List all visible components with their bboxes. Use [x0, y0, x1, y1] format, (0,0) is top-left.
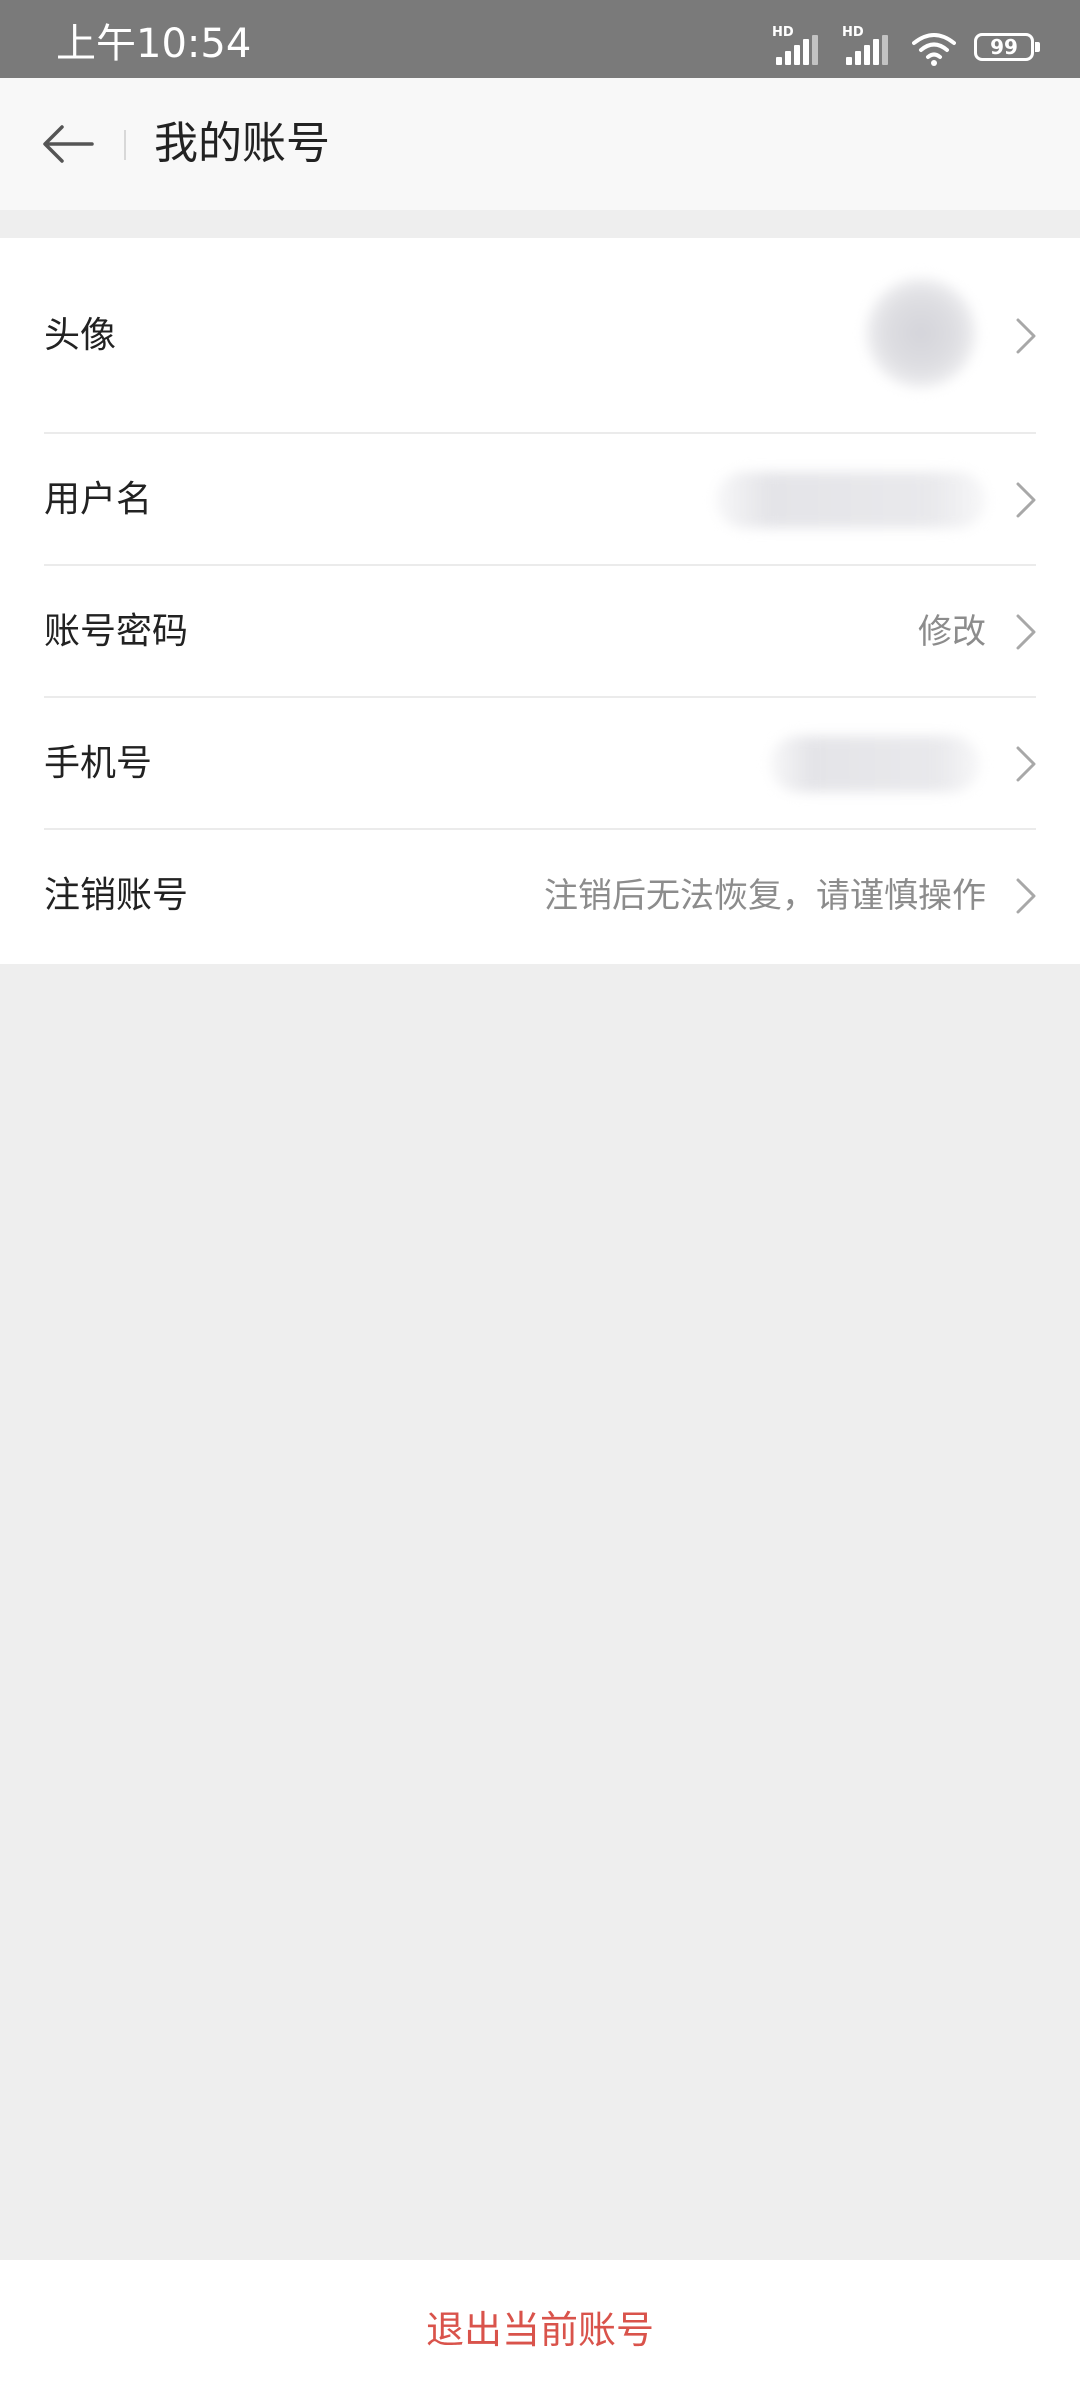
- arrow-left-icon: [43, 125, 94, 163]
- logout-button[interactable]: 退出当前账号: [0, 2260, 1080, 2400]
- row-username[interactable]: 用户名: [0, 434, 1080, 566]
- row-phone[interactable]: 手机号: [0, 698, 1080, 830]
- logout-label: 退出当前账号: [425, 2308, 654, 2352]
- row-value: 修改: [918, 612, 986, 652]
- row-avatar[interactable]: 头像: [0, 238, 1080, 434]
- chevron-right-icon: [1016, 318, 1036, 354]
- row-password[interactable]: 账号密码 修改: [0, 566, 1080, 698]
- chevron-right-icon: [1016, 614, 1036, 650]
- app-header: 我的账号: [0, 78, 1080, 210]
- status-icons: HD HD 99: [772, 24, 1042, 74]
- status-bar: 上午10:54 HD HD 99: [0, 0, 1080, 78]
- phone-value: [770, 736, 980, 792]
- header-divider: [124, 130, 126, 160]
- username-value: [716, 472, 986, 528]
- battery-level: 99: [990, 35, 1018, 59]
- chevron-right-icon: [1016, 746, 1036, 782]
- row-label: 账号密码: [44, 611, 189, 652]
- wifi-icon: [912, 33, 956, 66]
- chevron-right-icon: [1016, 482, 1036, 518]
- page-title: 我的账号: [154, 118, 330, 169]
- chevron-right-icon: [1016, 878, 1036, 914]
- account-settings-list: 头像 用户名 账号密码 修改 手机号 注销账号 注销后无法恢复，请谨慎操作: [0, 238, 1080, 964]
- row-deactivate-account[interactable]: 注销账号 注销后无法恢复，请谨慎操作: [0, 830, 1080, 964]
- status-time: 上午10:54: [56, 21, 252, 67]
- back-button[interactable]: [36, 112, 100, 176]
- signal-icon: HD: [772, 25, 824, 69]
- signal-icon: HD: [842, 25, 894, 69]
- row-value: 注销后无法恢复，请谨慎操作: [544, 876, 986, 916]
- battery-icon: 99: [974, 33, 1042, 65]
- avatar: [866, 278, 976, 388]
- row-label: 注销账号: [44, 875, 189, 916]
- row-label: 头像: [44, 315, 117, 356]
- row-label: 用户名: [44, 479, 153, 520]
- row-label: 手机号: [44, 743, 153, 784]
